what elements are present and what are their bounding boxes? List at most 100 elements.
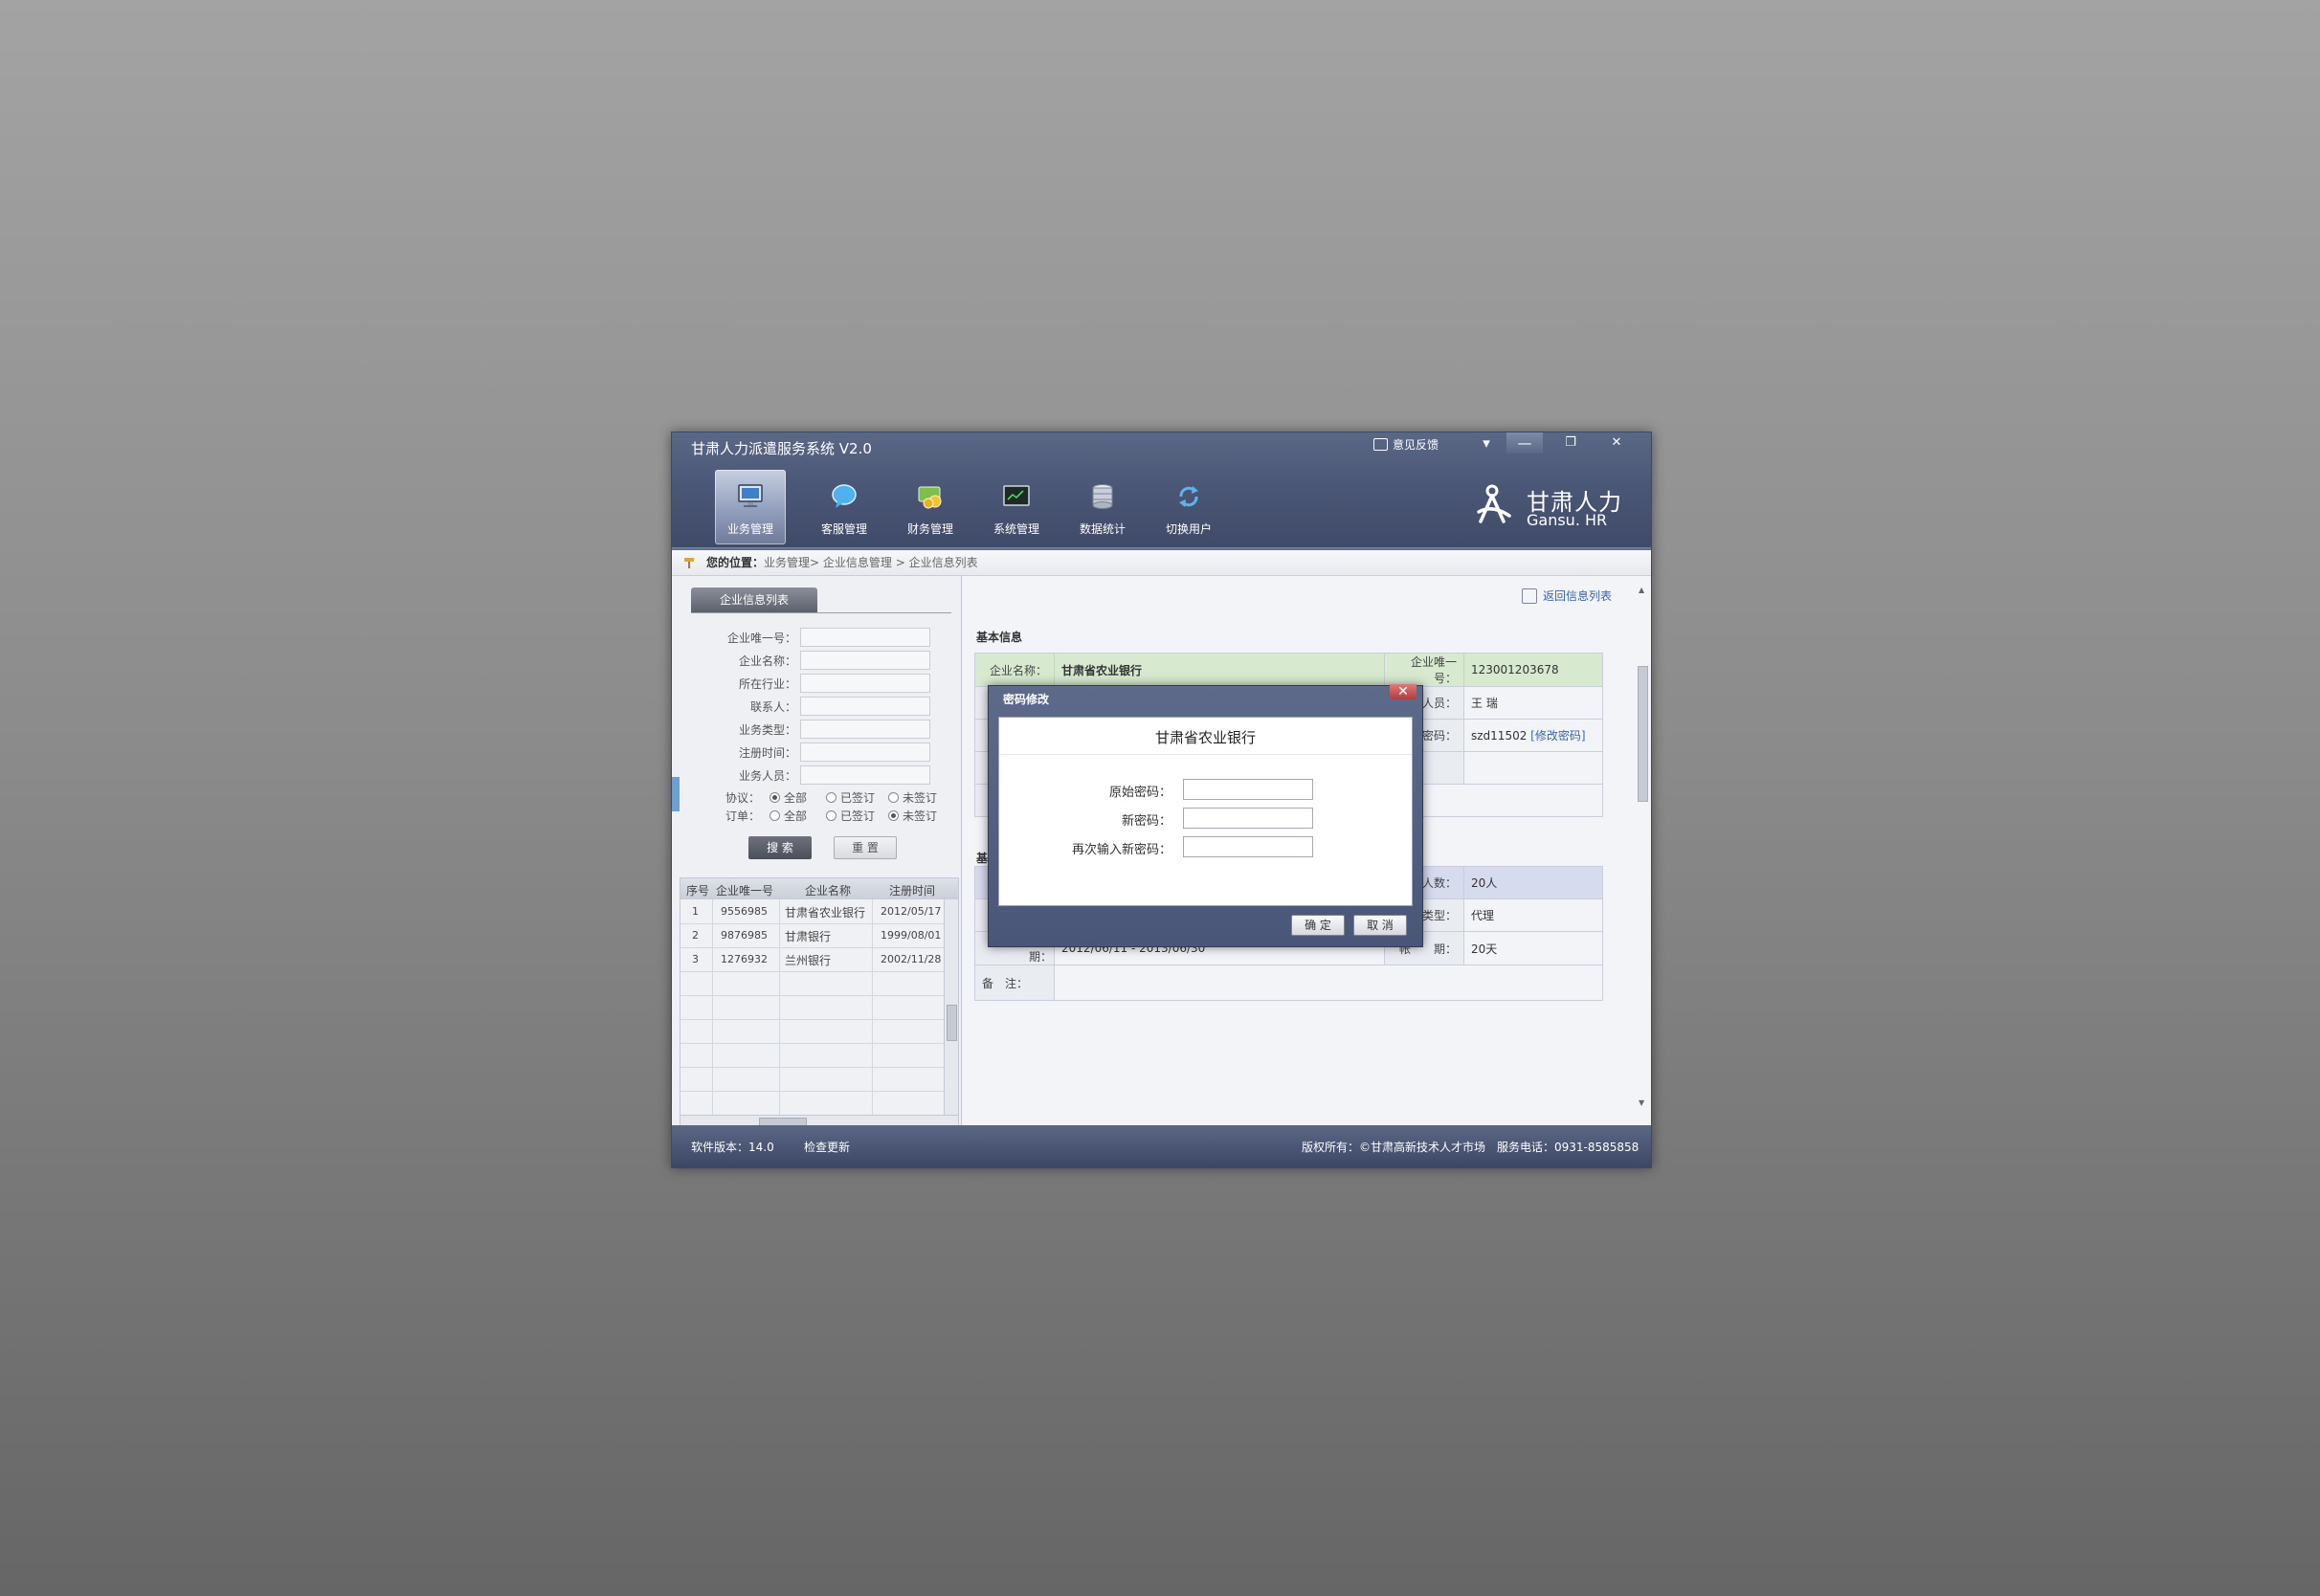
nav-label: 系统管理 (993, 522, 1039, 536)
copyright-label: 版权所有：©甘肃高新技术人才市场 (1302, 1141, 1486, 1154)
company-id-value: 123001203678 (1463, 653, 1603, 687)
table-vertical-scrollbar[interactable] (944, 899, 958, 1121)
change-password-dialog: 密码修改 ✕ 甘肃省农业银行 原始密码： 新密码： 再次输入新密码： 确 定 取… (988, 684, 1423, 947)
restore-button[interactable]: ❐ (1552, 432, 1589, 454)
phone-label: 服务电话：0931-8585858 (1497, 1141, 1640, 1154)
order-unsigned-radio[interactable] (888, 809, 900, 821)
nav-item-business[interactable]: 业务管理 (715, 470, 786, 544)
nav-item-finance[interactable]: 财务管理 (887, 470, 973, 544)
tab-company-list[interactable]: 企业信息列表 (691, 587, 817, 612)
agreement-signed-radio[interactable] (826, 791, 837, 803)
nav-label: 切换用户 (1165, 522, 1212, 536)
main-nav: 业务管理 客服管理 财务管理 系统管理 数据统计 切换用户 (715, 470, 1232, 546)
people-value: 20人 (1463, 866, 1603, 899)
field-company-name: 企业名称： (672, 651, 961, 670)
table-row-empty (680, 995, 944, 1020)
terminal-icon (1003, 485, 1030, 506)
staff-value: 王 瑞 (1463, 686, 1603, 720)
breadcrumb: 您的位置：业务管理> 企业信息管理 > 企业信息列表 (672, 550, 1651, 576)
minimize-button[interactable]: — (1506, 432, 1543, 454)
search-button[interactable]: 搜 索 (748, 836, 812, 859)
ok-button[interactable]: 确 定 (1291, 915, 1345, 936)
nav-item-statistics[interactable]: 数据统计 (1060, 470, 1146, 544)
back-icon (1522, 587, 1537, 604)
field-industry: 所在行业： (672, 674, 961, 693)
location-pin-icon (684, 558, 694, 568)
new-password-input[interactable] (1183, 808, 1313, 829)
nav-item-service[interactable]: 客服管理 (801, 470, 887, 544)
logo-en: Gansu. HR (1527, 511, 1608, 529)
field-staff: 业务人员： (672, 765, 961, 785)
switch-user-icon (1179, 486, 1198, 507)
table-row-empty (680, 1091, 944, 1116)
field-contact: 联系人： (672, 697, 961, 716)
field-register-time: 注册时间： (672, 743, 961, 762)
search-panel: 企业信息列表 企业唯一号： 企业名称： 所在行业： 联系人： 业务类型： 注册时… (672, 576, 962, 1130)
confirm-password-input[interactable] (1183, 836, 1313, 857)
app-header: 甘肃人力派遣服务系统 V2.0 意见反馈 ▾ — ❐ ✕ 业务管理 客服管理 财… (672, 432, 1651, 550)
dropdown-button[interactable]: ▾ (1468, 432, 1505, 454)
scroll-thumb[interactable] (1638, 666, 1648, 802)
business-type-input[interactable] (800, 720, 930, 739)
close-button[interactable]: ✕ (1598, 432, 1635, 454)
table-row-empty (680, 1067, 944, 1092)
cancel-button[interactable]: 取 消 (1353, 915, 1407, 936)
nav-label: 业务管理 (726, 522, 773, 536)
nav-item-system[interactable]: 系统管理 (973, 470, 1060, 544)
nav-item-switch-user[interactable]: 切换用户 (1146, 470, 1232, 544)
table-row[interactable]: 2 9876985 甘肃银行 1999/08/01 (680, 923, 944, 948)
company-id-input[interactable] (800, 628, 930, 647)
company-table: 序号 企业唯一号 企业名称 注册时间 1 9556985 甘肃省农业银行 201… (680, 877, 959, 1130)
agreement-all-radio[interactable] (770, 791, 781, 803)
gansu-hr-logo: 甘肃人力 Gansu. HR (1471, 483, 1624, 531)
database-icon (1092, 484, 1113, 509)
field-company-id: 企业唯一号： (672, 628, 961, 647)
scroll-up-icon[interactable]: ▲ (1639, 586, 1644, 594)
collapse-panel-handle[interactable] (672, 777, 680, 811)
dialog-body: 甘肃省农业银行 原始密码： 新密码： 再次输入新密码： (998, 717, 1413, 906)
order-all-radio[interactable] (770, 809, 781, 821)
period-value: 20天 (1463, 931, 1603, 965)
feedback-icon (1373, 438, 1388, 451)
scroll-thumb[interactable] (947, 1005, 957, 1041)
company-name-input[interactable] (800, 651, 930, 670)
table-row-empty (680, 1019, 944, 1044)
dialog-heading: 甘肃省农业银行 (1154, 729, 1256, 746)
agreement-filter: 协议： 全部 已签订 未签订 (725, 790, 938, 805)
section-agreement-info: 基 (976, 852, 989, 865)
monitor-icon (738, 484, 763, 507)
staff-input[interactable] (800, 765, 930, 785)
remark-value (1054, 964, 1603, 1001)
check-update-link[interactable]: 检查更新 (804, 1139, 850, 1155)
business-type-value: 代理 (1463, 898, 1603, 932)
agreement-unsigned-radio[interactable] (888, 791, 900, 803)
table-row[interactable]: 1 9556985 甘肃省农业银行 2012/05/17 (680, 899, 944, 924)
new-password-row: 新密码： (999, 808, 1412, 829)
old-password-row: 原始密码： (999, 779, 1412, 800)
old-password-input[interactable] (1183, 779, 1313, 800)
status-bar: 软件版本：14.0 检查更新 版权所有：©甘肃高新技术人才市场 服务电话：093… (672, 1125, 1651, 1167)
logo-mark-icon (1477, 484, 1511, 523)
nav-label: 数据统计 (1079, 522, 1126, 536)
table-row-empty (680, 1043, 944, 1068)
table-row[interactable]: 3 1276932 兰州银行 2002/11/28 (680, 947, 944, 972)
scroll-down-icon[interactable]: ▼ (1639, 1098, 1644, 1107)
dialog-close-button[interactable]: ✕ (1390, 684, 1417, 699)
breadcrumb-path[interactable]: 业务管理> 企业信息管理 > 企业信息列表 (764, 556, 978, 569)
feedback-button[interactable]: 意见反馈 (1373, 436, 1439, 453)
feedback-label: 意见反馈 (1393, 438, 1439, 452)
contact-input[interactable] (800, 697, 930, 716)
back-to-list-link[interactable]: 返回信息列表 (1522, 587, 1612, 604)
order-signed-radio[interactable] (826, 809, 837, 821)
detail-vertical-scrollbar[interactable]: ▲ ▼ (1636, 586, 1649, 1114)
change-password-link[interactable]: [修改密码] (1530, 729, 1585, 743)
coins-icon (918, 486, 942, 509)
reset-button[interactable]: 重 置 (834, 836, 897, 859)
industry-input[interactable] (800, 674, 930, 693)
breadcrumb-prefix: 您的位置： (706, 556, 765, 569)
register-time-input[interactable] (800, 743, 930, 762)
company-name-value: 甘肃省农业银行 (1054, 653, 1385, 687)
table-header: 序号 企业唯一号 企业名称 注册时间 (680, 878, 958, 899)
nav-label: 财务管理 (906, 522, 953, 536)
field-business-type: 业务类型： (672, 720, 961, 739)
